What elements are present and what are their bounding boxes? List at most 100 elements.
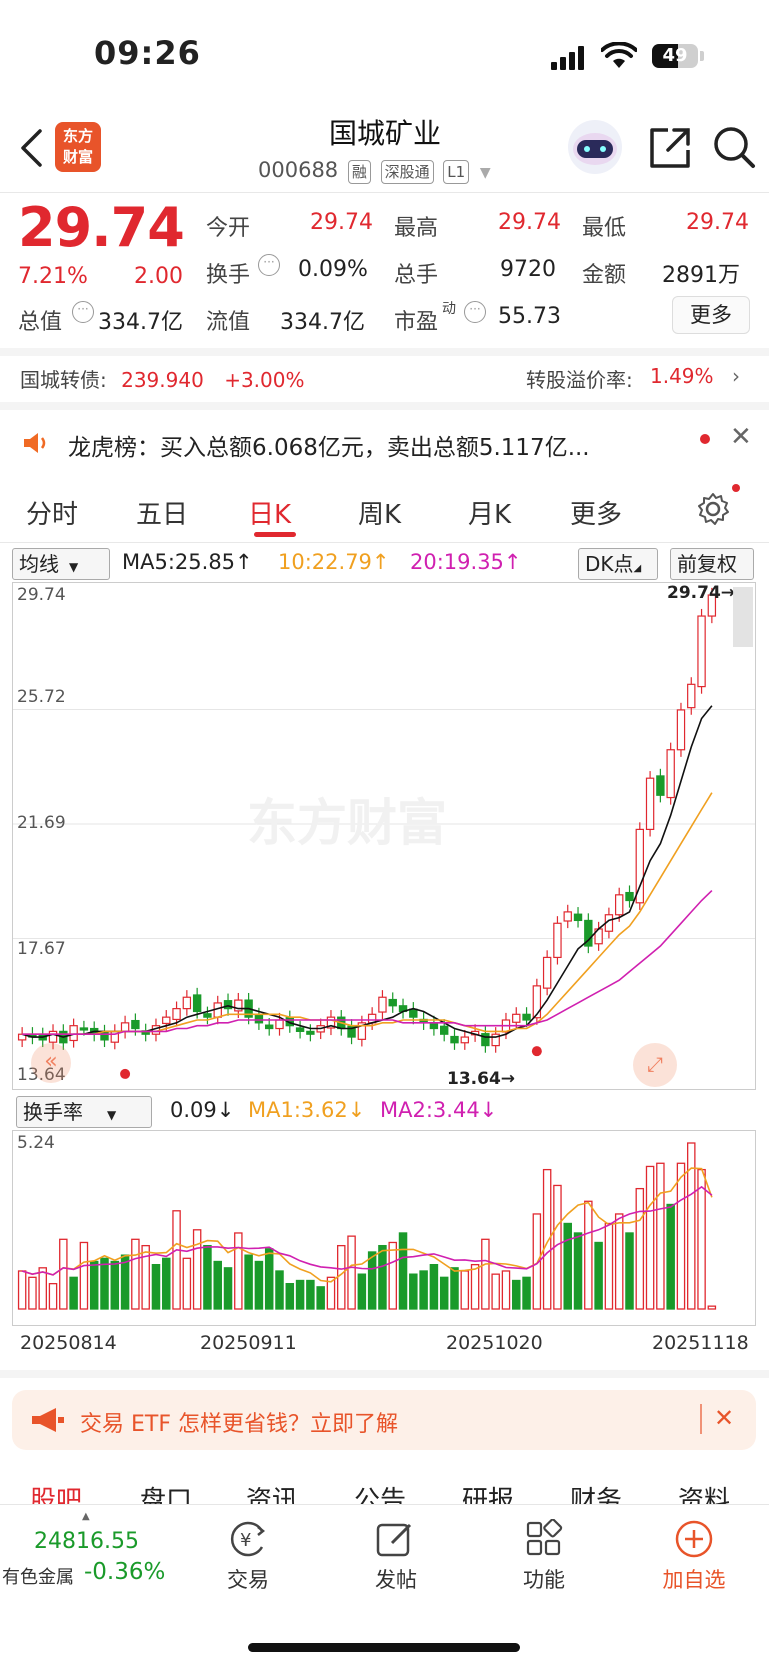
total-cap-value: 334.7亿: [98, 310, 183, 335]
turnover-bar: [707, 1305, 717, 1310]
gear-icon[interactable]: [696, 492, 730, 526]
turnover-bar: [501, 1270, 511, 1310]
index-value[interactable]: 24816.55: [34, 1529, 139, 1554]
turnover-value: 0.09%: [298, 257, 368, 282]
turnover-bar: [306, 1279, 315, 1310]
candle: [388, 998, 397, 1007]
more-button[interactable]: 更多: [672, 296, 750, 334]
status-time: 09:26: [94, 34, 201, 72]
expand-icon[interactable]: ⤢: [633, 1043, 677, 1087]
close-icon[interactable]: ✕: [730, 422, 752, 452]
turnover-bar: [172, 1210, 181, 1310]
turnover-select[interactable]: 换手率 ▼: [16, 1096, 152, 1128]
candle: [450, 1035, 459, 1044]
candle: [100, 1031, 109, 1041]
turnover-bar: [213, 1260, 222, 1310]
turnover-bar: [79, 1241, 89, 1310]
turnover-bar: [48, 1283, 58, 1310]
index-change[interactable]: -0.36%: [84, 1559, 165, 1585]
back-icon[interactable]: [18, 128, 44, 168]
tab-finance[interactable]: 财务: [570, 1480, 622, 1506]
tab-intraday[interactable]: 分时: [26, 494, 78, 531]
volume-label: 总手: [394, 263, 439, 288]
notice-row[interactable]: 龙虎榜：买入总额6.068亿元，卖出总额5.117亿... ✕: [0, 420, 769, 478]
tab-guba[interactable]: 股吧: [30, 1480, 82, 1506]
indicator-select[interactable]: 均线 ▼: [12, 548, 110, 580]
turnover-bar: [162, 1257, 171, 1310]
function-button[interactable]: 功能: [494, 1518, 594, 1594]
tab-monthly-k[interactable]: 月K: [468, 494, 511, 531]
turnover-bar: [131, 1238, 140, 1310]
turnover-bar: [614, 1213, 624, 1310]
turnover-bar: [563, 1222, 572, 1310]
settings-badge: [732, 484, 740, 492]
banner-text: 交易 ETF 怎样更省钱？立即了解: [80, 1412, 398, 1437]
ma-line-ma5: [21, 705, 713, 1038]
info-icon[interactable]: ···: [258, 254, 280, 276]
tab-research[interactable]: 研报: [462, 1480, 514, 1506]
pe-value: 55.73: [498, 304, 561, 329]
candle: [532, 985, 542, 1019]
turnover-bar: [182, 1257, 192, 1310]
turnover-bar: [367, 1251, 377, 1310]
turnover-bar: [419, 1270, 428, 1310]
adjust-button[interactable]: 前复权: [670, 548, 754, 580]
turnover-bar: [439, 1276, 449, 1310]
turnover-bar: [645, 1165, 655, 1310]
tab-news[interactable]: 资讯: [246, 1480, 298, 1506]
float-cap-value: 334.7亿: [280, 310, 365, 335]
turnover-chart[interactable]: 5.24: [12, 1130, 756, 1326]
share-icon[interactable]: [648, 126, 692, 170]
add-circle-icon: [675, 1520, 713, 1558]
turnover-current: 0.09↓: [170, 1098, 235, 1122]
info-icon[interactable]: ···: [464, 301, 486, 323]
tag-connect: 深股通: [380, 160, 434, 184]
megaphone-icon: [32, 1408, 64, 1432]
add-watchlist-button[interactable]: 加自选: [644, 1519, 744, 1594]
tab-weekly-k[interactable]: 周K: [358, 494, 401, 531]
open-value: 29.74: [310, 210, 373, 235]
turnover-bar: [223, 1267, 233, 1310]
app-logo[interactable]: 东方 财富: [55, 122, 101, 172]
scroll-left-icon[interactable]: «: [31, 1043, 71, 1083]
tab-profile[interactable]: 资料: [678, 1480, 730, 1506]
turnover-bar: [347, 1235, 356, 1310]
ma5-value: MA5:25.85↑: [122, 550, 253, 574]
tab-announcements[interactable]: 公告: [354, 1480, 406, 1506]
turnover-bar: [316, 1286, 325, 1310]
signal-dot: [120, 1068, 131, 1079]
etf-banner[interactable]: 交易 ETF 怎样更省钱？立即了解 ✕: [12, 1390, 756, 1450]
candle: [192, 994, 202, 1013]
close-icon[interactable]: ✕: [714, 1404, 734, 1432]
chart-tabs: 分时 五日 日K 周K 月K 更多: [0, 486, 769, 542]
tab-pankou[interactable]: 盘口: [140, 1480, 192, 1506]
stock-code: 000688: [258, 158, 339, 182]
index-name[interactable]: 有色金属: [2, 1563, 74, 1589]
dk-point-button[interactable]: DK点◢: [578, 548, 658, 580]
candle: [676, 709, 686, 751]
unread-dot: [700, 434, 710, 444]
change-amount: 2.00: [134, 264, 183, 289]
turnover-bar: [429, 1263, 439, 1310]
turnover-bar: [275, 1270, 284, 1310]
search-icon[interactable]: [712, 124, 756, 170]
stock-code-row[interactable]: 000688 融 深股通 L1 ▼: [258, 158, 491, 184]
robot-assistant-icon[interactable]: [564, 118, 626, 176]
post-button[interactable]: 发帖: [346, 1519, 446, 1594]
tab-five-day[interactable]: 五日: [136, 494, 188, 531]
kline-chart[interactable]: 29.74 25.72 21.69 17.67 13.64 东方财富 29.74…: [12, 582, 756, 1090]
candle: [48, 1030, 58, 1043]
y-label-2: 25.72: [17, 687, 66, 707]
trade-button[interactable]: ¥ 交易: [198, 1519, 298, 1594]
tab-daily-k[interactable]: 日K: [248, 494, 291, 531]
low-label: 最低: [582, 216, 627, 241]
tab-more[interactable]: 更多: [570, 494, 622, 531]
chart-scroll-handle[interactable]: [733, 587, 753, 647]
turnover-bar: [450, 1267, 459, 1310]
turnover-bar: [656, 1162, 665, 1310]
turnover-bar: [697, 1168, 706, 1310]
convertible-bond-row[interactable]: 国城转债: 239.940 +3.00% 转股溢价率: 1.49% ›: [20, 364, 750, 393]
turnover-bar: [69, 1276, 78, 1310]
pe-superscript: 动: [442, 301, 456, 317]
info-icon[interactable]: ···: [72, 301, 94, 323]
